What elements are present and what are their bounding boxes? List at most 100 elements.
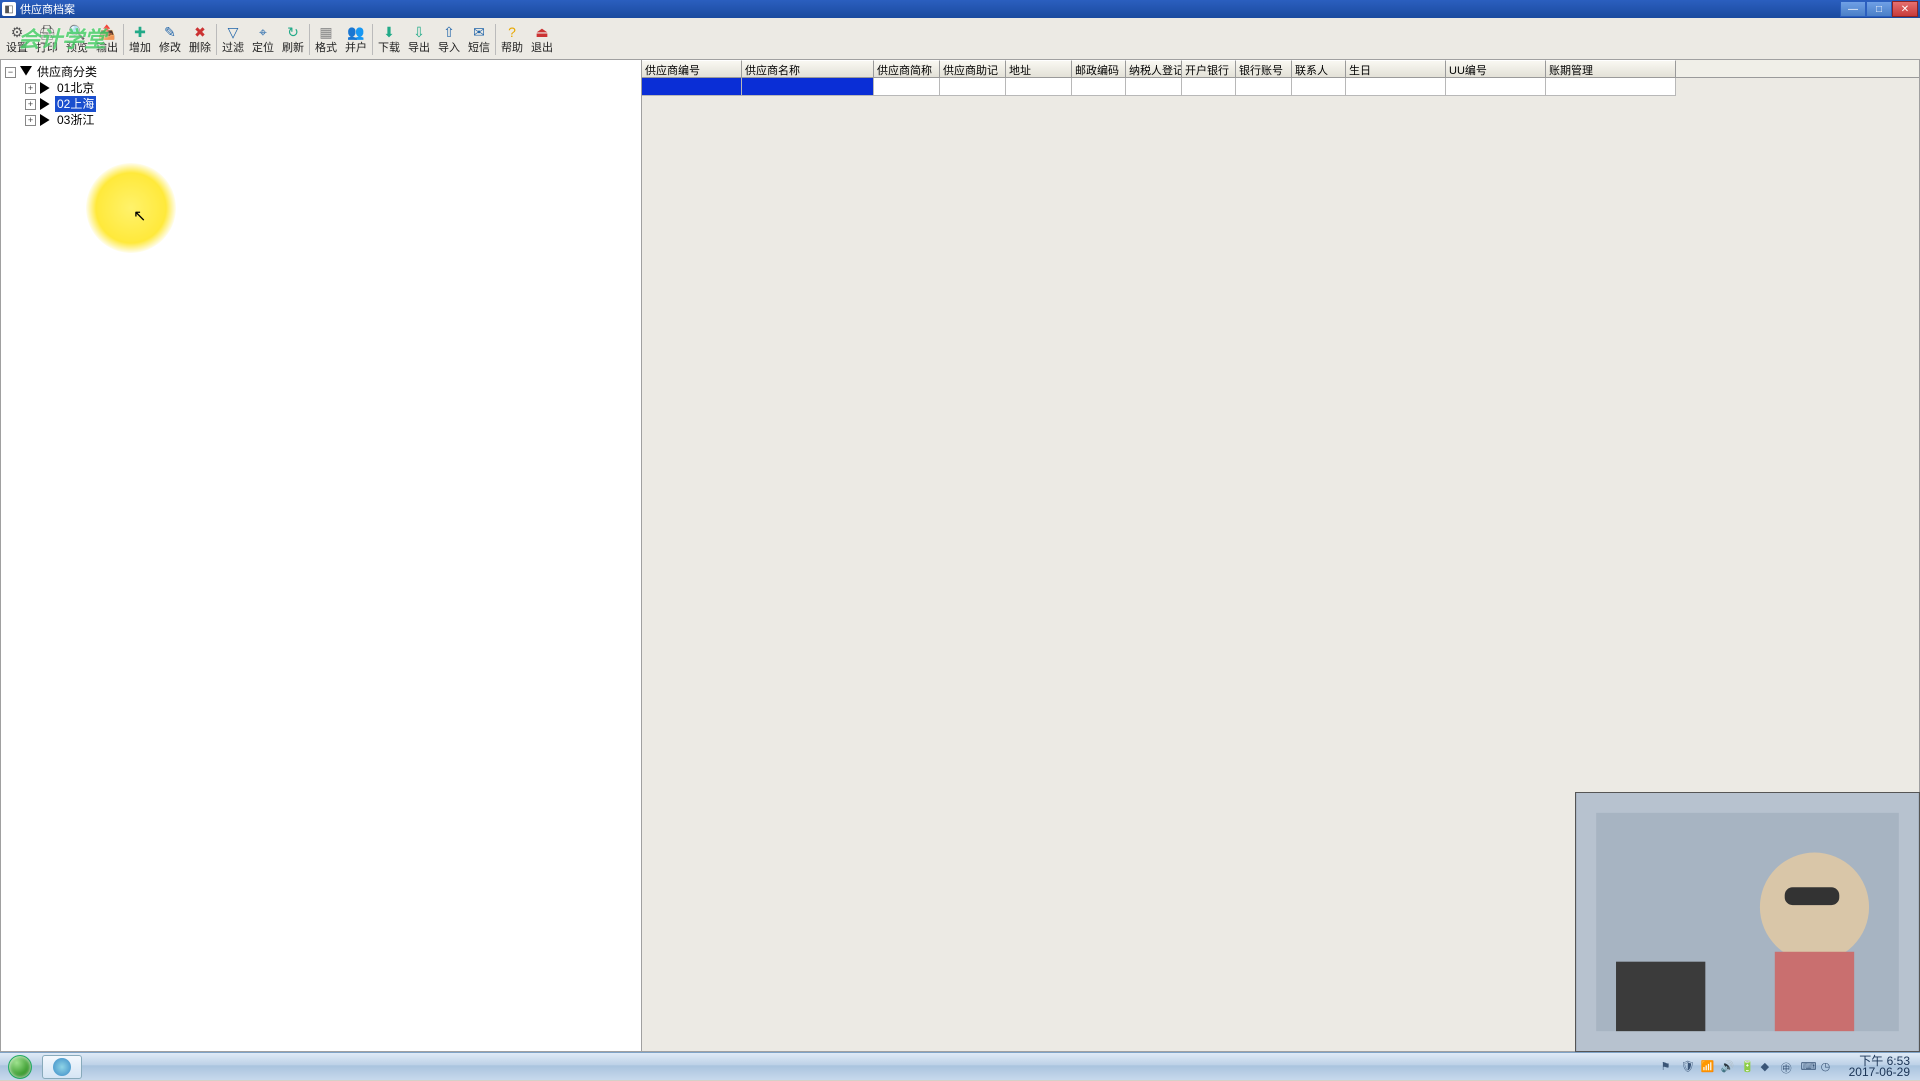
toolbar-format-button[interactable]: ▦格式 xyxy=(311,20,341,59)
expand-icon[interactable]: + xyxy=(25,83,36,94)
system-tray: ⚑ 🛡 📶 🔊 🔋 ◆ ㊥ ⌨ ◷ 下午 6:53 2017-06-29 xyxy=(1661,1056,1920,1078)
grid-cell[interactable] xyxy=(642,78,742,96)
exit-icon: ⏏ xyxy=(533,23,551,41)
export-icon: ⇩ xyxy=(410,23,428,41)
tree-item-label: 02上海 xyxy=(55,96,96,112)
download-icon: ⬇ xyxy=(380,23,398,41)
column-header[interactable]: 银行账号 xyxy=(1236,60,1292,77)
toolbar-download-button[interactable]: ⬇下载 xyxy=(374,20,404,59)
minimize-button[interactable]: — xyxy=(1840,1,1866,17)
grid-cell[interactable] xyxy=(1236,78,1292,96)
windows-orb-icon xyxy=(8,1055,32,1079)
column-header[interactable]: 供应商助记 xyxy=(940,60,1006,77)
toolbar-label: 过滤 xyxy=(222,42,244,54)
tray-flag-icon[interactable]: ⚑ xyxy=(1661,1060,1675,1074)
column-header[interactable]: 生日 xyxy=(1346,60,1446,77)
tree-item[interactable]: +03浙江 xyxy=(25,112,637,128)
grid-cell[interactable] xyxy=(1182,78,1236,96)
grid-row[interactable] xyxy=(642,78,1919,96)
tray-vol-icon[interactable]: 🔊 xyxy=(1721,1060,1735,1074)
column-header[interactable]: UU编号 xyxy=(1446,60,1546,77)
tray-safe-icon[interactable]: ◆ xyxy=(1761,1060,1775,1074)
tree-root-label: 供应商分类 xyxy=(35,64,99,80)
grid-cell[interactable] xyxy=(874,78,940,96)
grid-cell[interactable] xyxy=(1072,78,1126,96)
window-title: 供应商档案 xyxy=(20,1,1840,17)
modify-icon: ✎ xyxy=(161,23,179,41)
close-button[interactable]: ✕ xyxy=(1892,1,1918,17)
toolbar-output-button[interactable]: 📤输出 xyxy=(92,20,122,59)
column-header[interactable]: 供应商简称 xyxy=(874,60,940,77)
tray-ime-icon[interactable]: ㊥ xyxy=(1781,1060,1795,1074)
grid-cell[interactable] xyxy=(1292,78,1346,96)
tray-clock[interactable]: 下午 6:53 2017-06-29 xyxy=(1843,1056,1916,1078)
toolbar-label: 设置 xyxy=(6,42,28,54)
toolbar-label: 修改 xyxy=(159,42,181,54)
toolbar-delete-button[interactable]: ✖删除 xyxy=(185,20,215,59)
toolbar-help-button[interactable]: ?帮助 xyxy=(497,20,527,59)
toolbar-exit-button[interactable]: ⏏退出 xyxy=(527,20,557,59)
grid-cell[interactable] xyxy=(1446,78,1546,96)
tree-root[interactable]: − 供应商分类 xyxy=(5,64,637,80)
folder-icon xyxy=(20,66,32,78)
toolbar-label: 下载 xyxy=(378,42,400,54)
taskbar-app[interactable] xyxy=(42,1055,82,1079)
toolbar-locate-button[interactable]: ⌖定位 xyxy=(248,20,278,59)
titlebar: ◧ 供应商档案 — □ ✕ xyxy=(0,0,1920,18)
column-header[interactable]: 地址 xyxy=(1006,60,1072,77)
tree-item[interactable]: +02上海 xyxy=(25,96,637,112)
refresh-icon: ↻ xyxy=(284,23,302,41)
toolbar-modify-button[interactable]: ✎修改 xyxy=(155,20,185,59)
toolbar-sms-button[interactable]: ✉短信 xyxy=(464,20,494,59)
toolbar-separator xyxy=(372,24,373,55)
tray-clock-icon[interactable]: ◷ xyxy=(1821,1060,1835,1074)
expand-icon[interactable]: + xyxy=(25,115,36,126)
grid-cell[interactable] xyxy=(1126,78,1182,96)
start-button[interactable] xyxy=(0,1053,40,1081)
grid-header: 供应商编号供应商名称供应商简称供应商助记地址邮政编码纳税人登记开户银行银行账号联… xyxy=(642,60,1919,78)
toolbar-print-button[interactable]: 🖨打印 xyxy=(32,20,62,59)
toolbar-open-card-button[interactable]: 👥并户 xyxy=(341,20,371,59)
toolbar-label: 导出 xyxy=(408,42,430,54)
toolbar-preview-button[interactable]: 🔍预览 xyxy=(62,20,92,59)
toolbar-settings-button[interactable]: ⚙设置 xyxy=(2,20,32,59)
grid-cell[interactable] xyxy=(742,78,874,96)
column-header[interactable]: 供应商编号 xyxy=(642,60,742,77)
toolbar-import-button[interactable]: ⇧导入 xyxy=(434,20,464,59)
tree: − 供应商分类 +01北京+02上海+03浙江 xyxy=(1,60,641,132)
grid-cell[interactable] xyxy=(1346,78,1446,96)
expand-icon[interactable]: + xyxy=(25,99,36,110)
column-header[interactable]: 联系人 xyxy=(1292,60,1346,77)
toolbar-label: 退出 xyxy=(531,42,553,54)
settings-icon: ⚙ xyxy=(8,23,26,41)
grid-cell[interactable] xyxy=(1546,78,1676,96)
column-header[interactable]: 账期管理 xyxy=(1546,60,1676,77)
format-icon: ▦ xyxy=(317,23,335,41)
toolbar-export-button[interactable]: ⇩导出 xyxy=(404,20,434,59)
tray-kb-icon[interactable]: ⌨ xyxy=(1801,1060,1815,1074)
tray-shield-icon[interactable]: 🛡 xyxy=(1681,1060,1695,1074)
toolbar-add-button[interactable]: ✚增加 xyxy=(125,20,155,59)
grid-cell[interactable] xyxy=(940,78,1006,96)
toolbar-refresh-button[interactable]: ↻刷新 xyxy=(278,20,308,59)
import-icon: ⇧ xyxy=(440,23,458,41)
node-icon xyxy=(40,98,52,110)
node-icon xyxy=(40,114,52,126)
app-icon: ◧ xyxy=(2,2,16,16)
grid-cell[interactable] xyxy=(1006,78,1072,96)
add-icon: ✚ xyxy=(131,23,149,41)
maximize-button[interactable]: □ xyxy=(1866,1,1892,17)
toolbar-label: 刷新 xyxy=(282,42,304,54)
toolbar-filter-button[interactable]: ▽过滤 xyxy=(218,20,248,59)
tree-item[interactable]: +01北京 xyxy=(25,80,637,96)
column-header[interactable]: 纳税人登记 xyxy=(1126,60,1182,77)
column-header[interactable]: 开户银行 xyxy=(1182,60,1236,77)
open-card-icon: 👥 xyxy=(347,23,365,41)
delete-icon: ✖ xyxy=(191,23,209,41)
column-header[interactable]: 供应商名称 xyxy=(742,60,874,77)
tray-net-icon[interactable]: 📶 xyxy=(1701,1060,1715,1074)
tray-bat-icon[interactable]: 🔋 xyxy=(1741,1060,1755,1074)
collapse-icon[interactable]: − xyxy=(5,67,16,78)
toolbar-separator xyxy=(216,24,217,55)
column-header[interactable]: 邮政编码 xyxy=(1072,60,1126,77)
